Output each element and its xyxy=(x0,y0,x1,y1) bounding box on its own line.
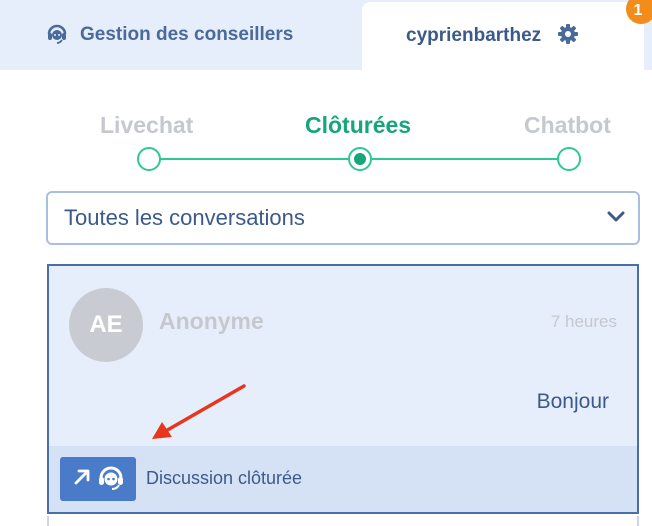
tab-bar: Gestion des conseillers cyprienbarthez 1 xyxy=(0,0,652,70)
tab-user-account[interactable]: cyprienbarthez xyxy=(362,2,644,70)
last-message: Bonjour xyxy=(536,390,609,413)
stepper-line xyxy=(372,158,560,160)
avatar: AE xyxy=(69,288,143,362)
contact-name: Anonyme xyxy=(159,308,264,334)
gear-icon[interactable] xyxy=(557,23,579,50)
status-bar: Discussion clôturée xyxy=(49,446,637,512)
filter-selected-value: Toutes les conversations xyxy=(64,205,305,230)
step-cloturees[interactable]: Clôturées xyxy=(305,112,411,139)
reopen-discussion-button[interactable] xyxy=(60,457,136,501)
tab-gestion-conseillers[interactable]: Gestion des conseillers xyxy=(0,0,362,70)
step-dot-livechat[interactable] xyxy=(137,147,161,171)
conversation-card[interactable]: AE Anonyme 7 heures Bonjour Discussion c… xyxy=(47,264,639,514)
chevron-down-icon xyxy=(606,210,626,229)
stepper-line xyxy=(160,158,350,160)
tab-gestion-label: Gestion des conseillers xyxy=(80,24,294,45)
next-card-edge xyxy=(47,516,639,526)
status-text: Discussion clôturée xyxy=(146,468,303,488)
conversation-filter-select[interactable]: Toutes les conversations xyxy=(46,191,640,245)
step-dot-chatbot[interactable] xyxy=(557,147,581,171)
step-dot-cloturees[interactable] xyxy=(348,147,372,171)
headset-icon xyxy=(46,22,68,49)
headset-icon xyxy=(97,463,125,496)
username-label: cyprienbarthez xyxy=(406,25,542,46)
step-chatbot[interactable]: Chatbot xyxy=(524,112,611,139)
conversation-time: 7 heures xyxy=(550,312,617,331)
annotation-arrow xyxy=(152,384,246,439)
arrow-up-right-icon xyxy=(71,466,93,493)
step-livechat[interactable]: Livechat xyxy=(100,112,193,139)
